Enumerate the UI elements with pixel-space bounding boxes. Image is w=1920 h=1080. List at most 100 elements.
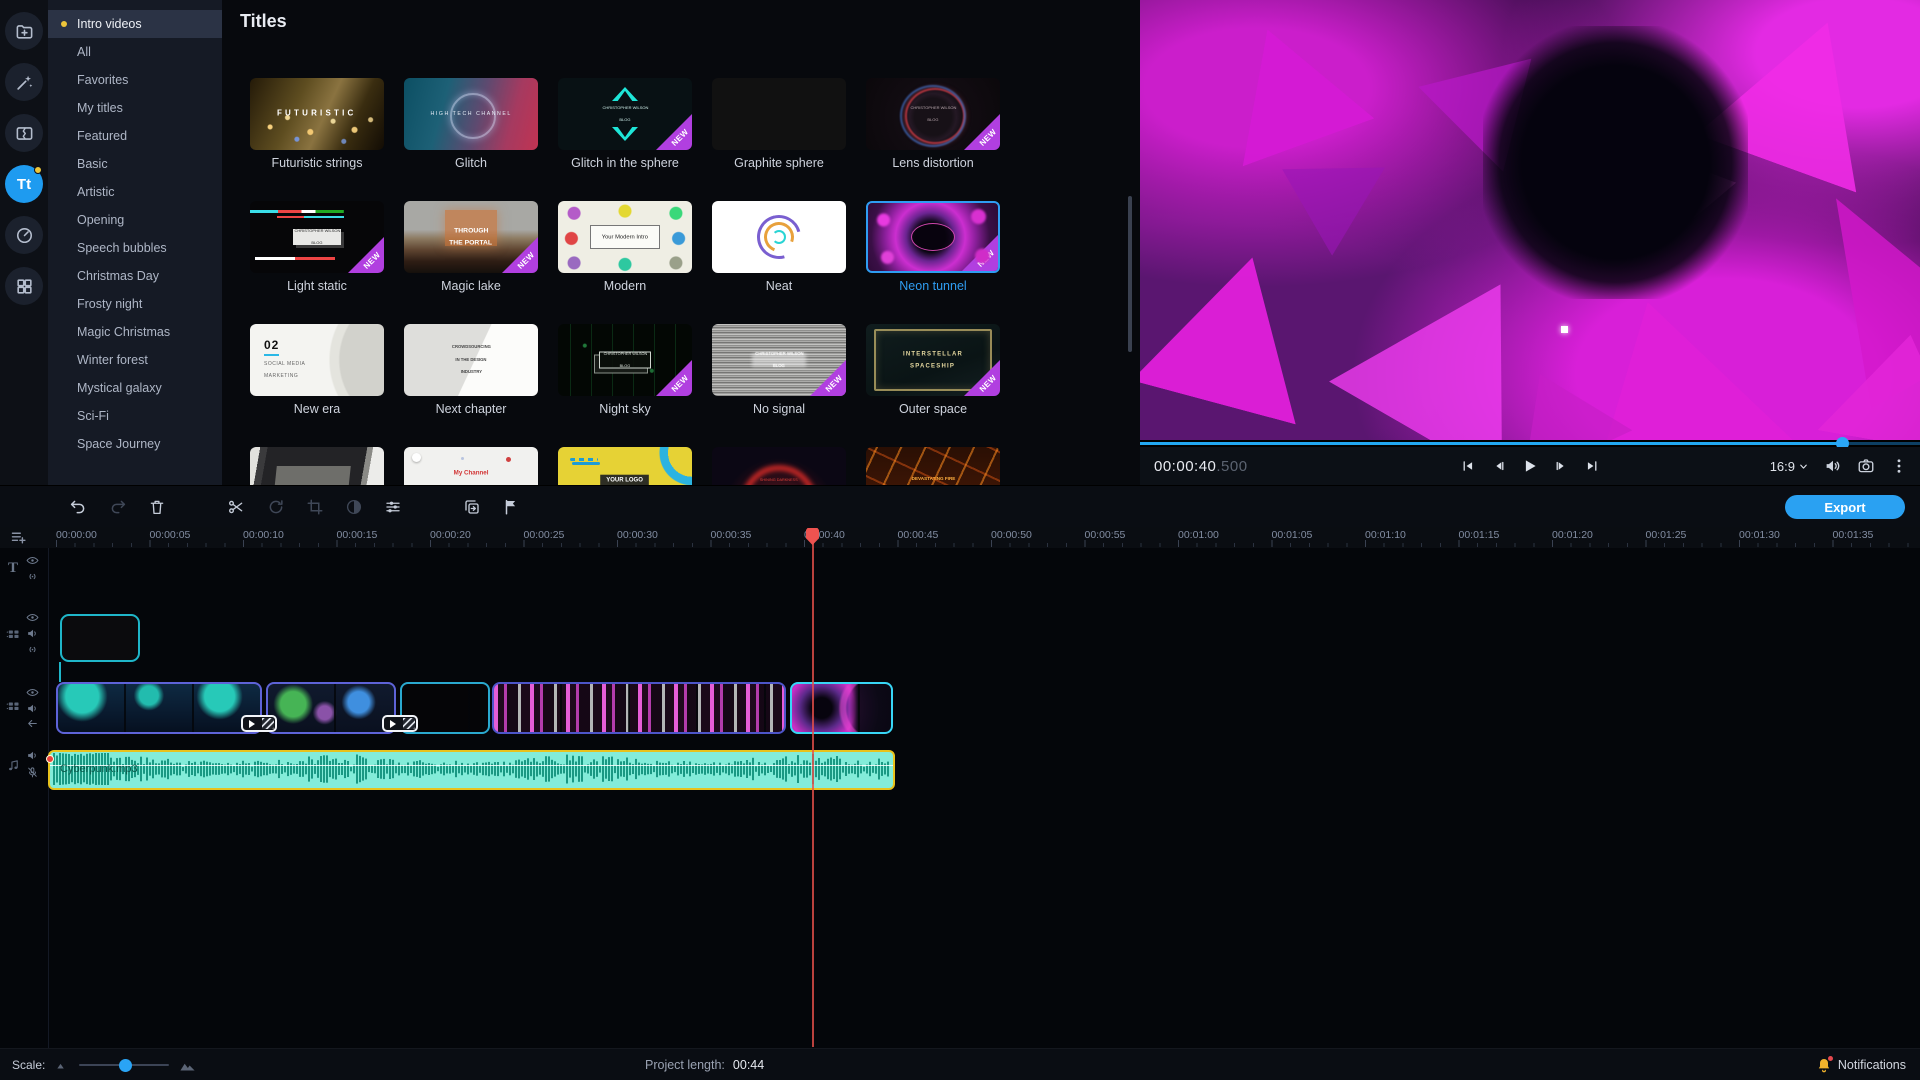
video-clip-1[interactable]	[56, 682, 262, 734]
flag-button[interactable]	[497, 493, 525, 521]
sidebar-item-intro-videos[interactable]: Intro videos	[48, 10, 222, 38]
aspect-ratio-select[interactable]: 16:9	[1770, 459, 1809, 474]
thumb-text-line: BLOG	[620, 364, 631, 369]
template-card-glitch[interactable]: HIGH TECH CHANNELGlitch	[394, 78, 548, 170]
contrast-button[interactable]	[340, 493, 368, 521]
track-titles-link-toggle[interactable]	[26, 570, 39, 588]
sidebar-item-artistic[interactable]: Artistic	[48, 178, 222, 206]
scrollbar-thumb[interactable]	[1128, 196, 1132, 352]
template-card-neon-tunnel[interactable]: NEWNeon tunnel	[856, 201, 1010, 293]
more-button[interactable]	[1890, 457, 1908, 475]
add-track-button[interactable]	[10, 529, 34, 547]
sidebar-item-speech-bubbles[interactable]: Speech bubbles	[48, 234, 222, 262]
template-thumbnail: HIGH TECH CHANNEL	[404, 78, 538, 150]
chevron-down-icon	[1798, 461, 1809, 472]
template-card-neat[interactable]: Neat	[702, 201, 856, 293]
video-clip-5[interactable]	[790, 682, 893, 734]
sidebar-item-sci-fi[interactable]: Sci-Fi	[48, 402, 222, 430]
scissors-button[interactable]	[222, 493, 250, 521]
template-card-modern[interactable]: Your Modern IntroModern	[548, 201, 702, 293]
template-card-graphite-sphere[interactable]: Graphite sphere	[702, 78, 856, 170]
zoom-in-button[interactable]	[179, 1057, 196, 1074]
template-card-no-signal[interactable]: CHRISTOPHER WILSONBLOGNEWNo signal	[702, 324, 856, 416]
sidebar-item-christmas-day[interactable]: Christmas Day	[48, 262, 222, 290]
scale-slider[interactable]	[79, 1058, 169, 1072]
thumb-text: DEVASTATING FIRE	[866, 447, 1000, 485]
seek-track[interactable]	[1140, 442, 1920, 445]
new-badge: NEW	[962, 235, 998, 271]
seek-bar[interactable]	[1140, 440, 1920, 447]
sidebar-item-basic[interactable]: Basic	[48, 150, 222, 178]
crop-button[interactable]	[301, 493, 329, 521]
template-label: Glitch in the sphere	[548, 156, 702, 170]
skip-start-button[interactable]	[1457, 455, 1479, 477]
track-audio-mic-off-toggle[interactable]	[26, 766, 39, 784]
duplicate-button[interactable]	[458, 493, 486, 521]
sidebar-item-frosty-night[interactable]: Frosty night	[48, 290, 222, 318]
notifications-button[interactable]: Notifications	[1816, 1049, 1906, 1080]
zoom-out-button[interactable]	[55, 1058, 69, 1072]
thumb-text-line: 02	[264, 338, 279, 356]
thumb-text: SHINING DARKNESS	[712, 447, 846, 485]
thumb-text-line: MARKETING	[264, 373, 298, 379]
template-card-partial-my-channel[interactable]: My Channel	[394, 447, 548, 485]
sidebar-item-magic-christmas[interactable]: Magic Christmas	[48, 318, 222, 346]
undo-button[interactable]	[64, 493, 92, 521]
transition-badge-2[interactable]	[382, 715, 418, 732]
template-card-outer-space[interactable]: INTERSTELLARSPACESHIPNEWOuter space	[856, 324, 1010, 416]
track-type-note-icon	[6, 758, 21, 778]
snapshot-button[interactable]	[1857, 457, 1875, 475]
frame-prev-button[interactable]	[1488, 455, 1510, 477]
trash-button[interactable]	[143, 493, 171, 521]
template-card-futuristic-strings[interactable]: FUTURISTICFuturistic strings	[240, 78, 394, 170]
frame-next-button[interactable]	[1550, 455, 1572, 477]
template-card-new-era[interactable]: 02SOCIAL MEDIAMARKETINGNew era	[240, 324, 394, 416]
sidebar-item-my-titles[interactable]: My titles	[48, 94, 222, 122]
sidebar-item-opening[interactable]: Opening	[48, 206, 222, 234]
template-card-partial-shining[interactable]: SHINING DARKNESS	[702, 447, 856, 485]
transition-badge-1[interactable]	[241, 715, 277, 732]
sidebar-item-mystical-galaxy[interactable]: Mystical galaxy	[48, 374, 222, 402]
scale-slider-handle[interactable]	[119, 1059, 132, 1072]
template-card-partial-device[interactable]	[240, 447, 394, 485]
template-card-glitch-in-the-sphere[interactable]: CHRISTOPHER WILSONBLOGNEWGlitch in the s…	[548, 78, 702, 170]
template-card-light-static[interactable]: CHRISTOPHER WILSONBLOGNEWLight static	[240, 201, 394, 293]
video-clip-4[interactable]	[492, 682, 786, 734]
ruler-label: 00:00:25	[524, 529, 565, 541]
track-audio-speaker-toggle[interactable]	[26, 749, 39, 767]
template-card-magic-lake[interactable]: THROUGHTHE PORTALNEWMagic lake	[394, 201, 548, 293]
play-button[interactable]	[1519, 455, 1541, 477]
video-clip-2[interactable]	[266, 682, 396, 734]
audio-keyframe-dot[interactable]	[46, 755, 54, 763]
rail-item-filters[interactable]	[5, 63, 43, 101]
volume-button[interactable]	[1824, 457, 1842, 475]
rail-item-more-tools[interactable]	[5, 267, 43, 305]
sidebar-item-winter-forest[interactable]: Winter forest	[48, 346, 222, 374]
template-card-next-chapter[interactable]: CROWDSOURCINGIN THE DESIGNINDUSTRYNext c…	[394, 324, 548, 416]
timeline-ruler[interactable]: 00:00:0000:00:0500:00:1000:00:1500:00:20…	[0, 527, 1920, 548]
skip-end-button[interactable]	[1581, 455, 1603, 477]
audio-clip[interactable]: Cyberpunk.mp3	[48, 750, 895, 790]
template-card-lens-distortion[interactable]: CHRISTOPHER WILSONBLOGNEWLens distortion	[856, 78, 1010, 170]
sliders-button[interactable]	[379, 493, 407, 521]
track-video-arrow-left-toggle[interactable]	[26, 717, 39, 735]
rail-item-transitions[interactable]	[5, 114, 43, 152]
rotate-button[interactable]	[262, 493, 290, 521]
template-card-night-sky[interactable]: CHRISTOPHER WILSONBLOGNEWNight sky	[548, 324, 702, 416]
rail-item-import[interactable]	[5, 12, 43, 50]
ruler-label: 00:01:35	[1833, 529, 1874, 541]
rail-item-stickers[interactable]	[5, 216, 43, 254]
sidebar-item-featured[interactable]: Featured	[48, 122, 222, 150]
template-card-partial-fire[interactable]: DEVASTATING FIRE	[856, 447, 1010, 485]
thumb-text-line: SOCIAL MEDIA	[264, 361, 305, 367]
sidebar-item-all[interactable]: All	[48, 38, 222, 66]
sidebar-item-favorites[interactable]: Favorites	[48, 66, 222, 94]
timecode-ms: .500	[1216, 458, 1247, 475]
overlay-clip[interactable]	[60, 614, 140, 662]
track-overlay-link-toggle[interactable]	[26, 643, 39, 661]
sidebar-item-space-journey[interactable]: Space Journey	[48, 430, 222, 458]
template-card-partial-your-logo[interactable]: YOUR LOGO	[548, 447, 702, 485]
export-button[interactable]: Export	[1785, 495, 1905, 519]
rail-item-titles[interactable]: Tt	[5, 165, 43, 203]
redo-button[interactable]	[104, 493, 132, 521]
